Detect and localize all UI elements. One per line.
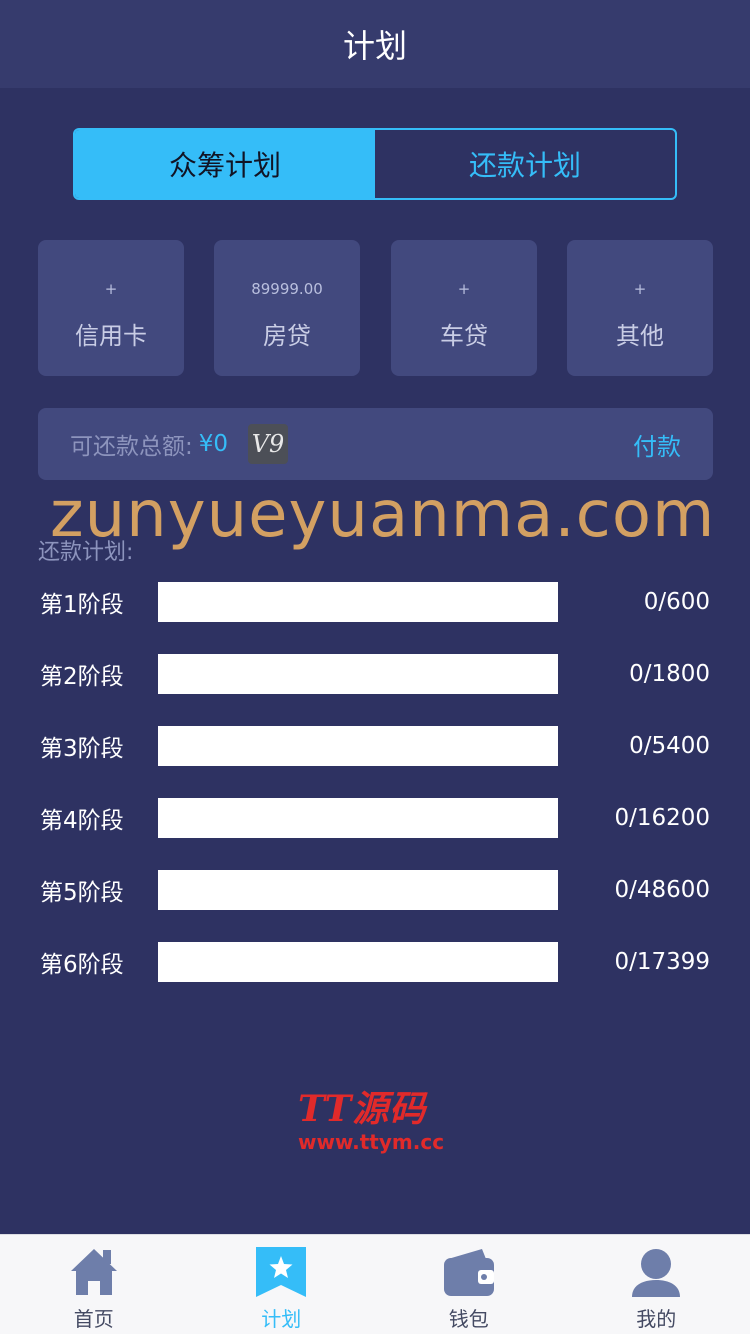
loan-category-cards: + 信用卡 89999.00 房贷 + 车贷 + 其他 bbox=[38, 240, 713, 376]
tab-wallet[interactable]: 钱包 bbox=[375, 1235, 563, 1334]
ttym-logo-url: www.ttym.cc bbox=[298, 1130, 445, 1154]
wallet-icon bbox=[443, 1249, 494, 1296]
stage-label: 第1阶段 bbox=[40, 592, 124, 618]
tab-repayment-plan[interactable]: 还款计划 bbox=[375, 130, 675, 198]
stage-row: 第6阶段 0/17399 bbox=[40, 942, 710, 982]
bottom-tab-bar: 首页 计划 钱包 我的 bbox=[0, 1234, 750, 1334]
ttym-logo: TT源码 www.ttym.cc bbox=[298, 1080, 458, 1154]
card-label: 其他 bbox=[616, 322, 664, 350]
repayable-total-bar: 可还款总额: ¥0 V9 付款 bbox=[38, 408, 713, 480]
v9-badge: V9 bbox=[248, 424, 289, 464]
stage-progress-bar bbox=[158, 726, 558, 766]
page: 计划 众筹计划 还款计划 + 信用卡 89999.00 房贷 + 车贷 + 其他… bbox=[0, 0, 750, 1334]
card-value: + bbox=[457, 280, 471, 298]
stage-row: 第2阶段 0/1800 bbox=[40, 654, 710, 694]
card-mortgage[interactable]: 89999.00 房贷 bbox=[214, 240, 360, 376]
user-icon bbox=[632, 1249, 681, 1297]
plan-type-switch: 众筹计划 还款计划 bbox=[73, 128, 677, 200]
stage-value: 0/600 bbox=[643, 589, 710, 615]
card-label: 信用卡 bbox=[75, 322, 147, 350]
stage-value: 0/5400 bbox=[629, 733, 710, 759]
card-label: 房贷 bbox=[263, 322, 311, 350]
stage-row: 第1阶段 0/600 bbox=[40, 582, 710, 622]
card-other[interactable]: + 其他 bbox=[567, 240, 713, 376]
repayable-total-label: 可还款总额: bbox=[70, 434, 193, 460]
tab-crowdfunding-plan[interactable]: 众筹计划 bbox=[75, 130, 375, 198]
stage-row: 第5阶段 0/48600 bbox=[40, 870, 710, 910]
card-credit-card[interactable]: + 信用卡 bbox=[38, 240, 184, 376]
stage-value: 0/1800 bbox=[629, 661, 710, 687]
stage-value: 0/48600 bbox=[614, 877, 710, 903]
ttym-logo-title: TT源码 bbox=[298, 1088, 427, 1130]
tab-label: 计划 bbox=[261, 1307, 302, 1331]
stage-label: 第6阶段 bbox=[40, 952, 124, 978]
tab-label: 首页 bbox=[73, 1307, 114, 1331]
stage-label: 第3阶段 bbox=[40, 736, 124, 762]
card-value: + bbox=[633, 280, 647, 298]
stage-row: 第4阶段 0/16200 bbox=[40, 798, 710, 838]
card-label: 车贷 bbox=[440, 322, 488, 350]
tab-home[interactable]: 首页 bbox=[0, 1235, 188, 1334]
home-icon bbox=[70, 1249, 117, 1295]
repayable-total-amount: ¥0 bbox=[198, 431, 229, 457]
stage-progress-bar bbox=[158, 654, 558, 694]
tab-label: 钱包 bbox=[448, 1307, 489, 1331]
stage-progress-bar bbox=[158, 942, 558, 982]
stage-label: 第5阶段 bbox=[40, 880, 124, 906]
card-value: + bbox=[104, 280, 118, 298]
card-value: 89999.00 bbox=[251, 280, 323, 298]
tab-plan[interactable]: 计划 bbox=[188, 1235, 376, 1334]
stage-label: 第4阶段 bbox=[40, 808, 124, 834]
stage-progress-bar bbox=[158, 798, 558, 838]
star-bookmark-icon bbox=[256, 1247, 307, 1297]
stage-progress-bar bbox=[158, 870, 558, 910]
app-header: 计划 bbox=[0, 0, 750, 88]
tab-mine[interactable]: 我的 bbox=[563, 1235, 750, 1334]
stage-label: 第2阶段 bbox=[40, 664, 124, 690]
stage-value: 0/16200 bbox=[614, 805, 710, 831]
stage-progress-bar bbox=[158, 582, 558, 622]
card-car-loan[interactable]: + 车贷 bbox=[391, 240, 537, 376]
stage-row: 第3阶段 0/5400 bbox=[40, 726, 710, 766]
watermark-text: zunyueyuanma.com bbox=[50, 478, 716, 552]
pay-button[interactable]: 付款 bbox=[633, 427, 681, 462]
repayment-plan-title: 还款计划: bbox=[38, 540, 134, 565]
stage-value: 0/17399 bbox=[614, 949, 710, 975]
page-title: 计划 bbox=[342, 27, 407, 65]
tab-label: 我的 bbox=[636, 1307, 677, 1331]
